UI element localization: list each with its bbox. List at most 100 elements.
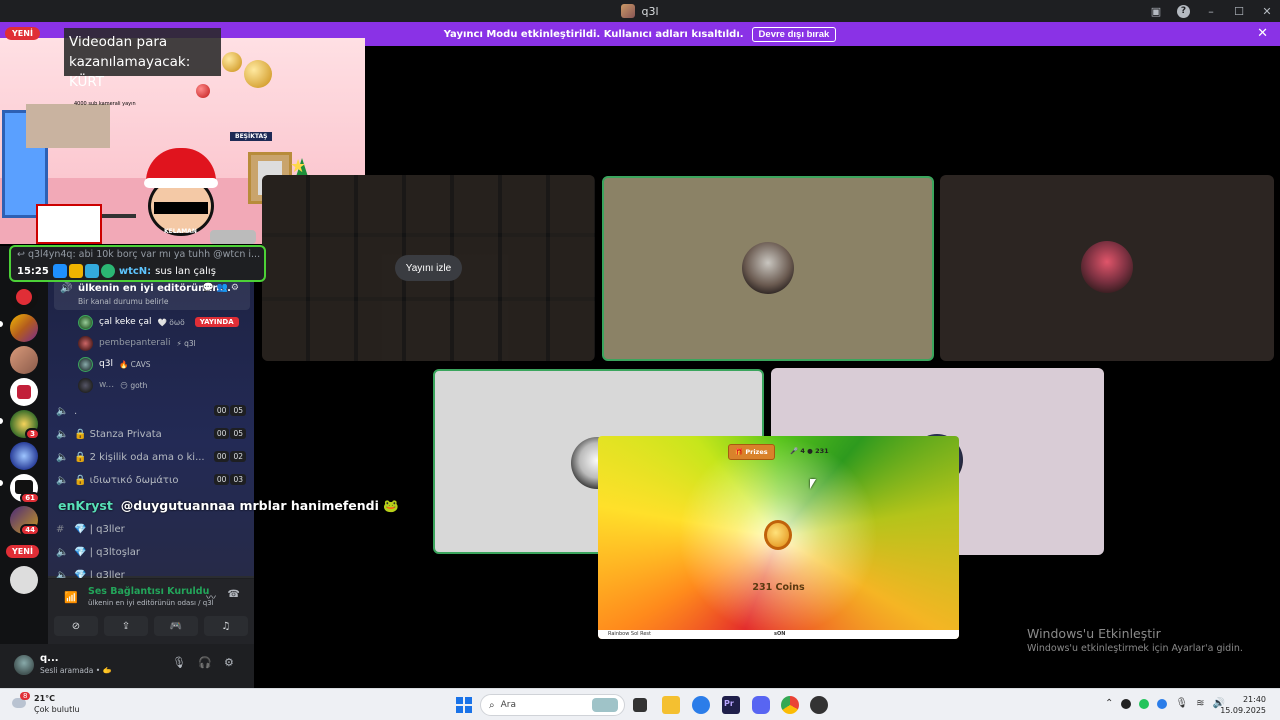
user-name[interactable]: q... xyxy=(40,653,59,664)
voice-member[interactable]: w... 😶 goth xyxy=(78,376,147,394)
avatar xyxy=(78,314,93,330)
server-icon[interactable] xyxy=(10,314,38,342)
game-footer: Rainbow Sol Rest sON xyxy=(598,630,959,639)
participant-tile[interactable] xyxy=(940,175,1274,361)
windows-start-icon[interactable] xyxy=(455,696,473,714)
ornament xyxy=(244,60,272,88)
game-stats: 🎤 4 ● 231 xyxy=(790,447,829,455)
voice-channel[interactable]: 🔈 🔒 2 kişilik oda ama o ki... 00 02 xyxy=(56,448,246,466)
overlay-chat-text: @duygutuannaa mrblar hanimefendi 🐸 xyxy=(120,498,399,513)
text-channel[interactable]: # 💎 | q3ller xyxy=(56,520,246,538)
close-window-button[interactable]: ✕ xyxy=(1260,4,1274,18)
server-icon[interactable]: 44 xyxy=(10,506,40,536)
voice-member[interactable]: q3l 🔥 CAVS xyxy=(78,355,150,373)
speaker-icon: 🔈 xyxy=(56,474,69,486)
watch-stream-button[interactable]: Yayını izle xyxy=(395,255,462,281)
channel-name: . xyxy=(74,405,78,417)
disable-streamer-mode-button[interactable]: Devre dışı bırak xyxy=(751,26,837,42)
voice-connected-subtitle[interactable]: ülkenin en iyi editörünün odası / q3l xyxy=(88,599,214,607)
server-icon[interactable] xyxy=(10,283,38,311)
close-icon[interactable]: ✕ xyxy=(1257,26,1268,41)
server-icon[interactable]: 61 xyxy=(10,474,40,504)
mouse-cursor-icon xyxy=(810,479,816,489)
add-member-icon[interactable]: 👥 xyxy=(217,283,231,293)
activity-button[interactable]: 🎮 xyxy=(154,616,198,636)
voice-channel[interactable]: 🔈 . 00 05 xyxy=(56,402,246,420)
microphone-icon[interactable]: 🎙 xyxy=(172,656,186,669)
channel-name: 🔒 2 kişilik oda ama o ki... xyxy=(74,451,205,463)
participant-tile[interactable] xyxy=(602,176,934,361)
voice-channel[interactable]: 🔈 🔒 Stanza Privata 00 05 xyxy=(56,425,246,443)
role-badge-icon xyxy=(52,264,67,278)
server-icon[interactable] xyxy=(10,346,38,374)
minimize-button[interactable]: – xyxy=(1204,4,1218,18)
camera-off-button[interactable]: ⊘ xyxy=(54,616,98,636)
server-icon[interactable] xyxy=(10,378,38,406)
voice-channel[interactable]: 🔈 🔒 ιδιωτικό δωμάτιο 00 03 xyxy=(56,471,246,489)
chat-overlay-box: ↩ q3l4yn4q: abi 10k borç var mı ya tuhh … xyxy=(9,245,266,282)
coin-icon[interactable] xyxy=(764,520,792,550)
server-icon[interactable] xyxy=(10,442,38,470)
chat-icon[interactable]: 💬 xyxy=(202,283,216,293)
star-icon: ★ xyxy=(290,156,307,177)
premiere-icon[interactable]: Pr xyxy=(722,696,740,714)
speaker-icon: 🔈 xyxy=(56,405,69,417)
inbox-icon[interactable]: ▣ xyxy=(1149,4,1163,18)
activity-game-window[interactable]: 🎁 Prizes 🎤 4 ● 231 231 Coins Rainbow Sol… xyxy=(598,436,959,639)
member-name: w... xyxy=(99,380,115,390)
tray-app-icon[interactable] xyxy=(1139,698,1150,709)
gear-icon[interactable]: ⚙ xyxy=(224,656,234,669)
signal-icon[interactable]: 📶 xyxy=(64,591,78,604)
settings-icon[interactable]: ⚙ xyxy=(231,283,242,293)
voice-channel[interactable]: 🔈 💎 | q3ltoşlar xyxy=(56,543,246,561)
weather-widget[interactable]: 8 21°C Çok bulutlu xyxy=(10,692,80,715)
clock[interactable]: 21:40 15.09.2025 xyxy=(1220,694,1266,716)
avatar[interactable] xyxy=(12,653,36,677)
weather-temp: 21°C xyxy=(34,694,56,703)
voice-channel-status[interactable]: Bir kanal durumu belirle xyxy=(78,297,168,306)
tray-app-icon[interactable] xyxy=(1157,698,1168,709)
unread-indicator xyxy=(0,321,3,327)
server-icon[interactable] xyxy=(10,566,38,594)
voice-channel-active[interactable]: 🔊 ülkenin en iyi editörünün... Bir kanal… xyxy=(54,280,250,310)
soundboard-button[interactable]: ♫ xyxy=(204,616,248,636)
voice-member[interactable]: pembepanterali ⚡ q3l xyxy=(78,334,196,352)
maximize-button[interactable]: ☐ xyxy=(1232,4,1246,18)
file-explorer-icon[interactable] xyxy=(662,696,680,714)
voice-member[interactable]: çal keke çal 🤍 öωö YAYINDA xyxy=(78,313,239,331)
webcam-photo xyxy=(26,104,110,148)
taskbar: 8 21°C Çok bulutlu ⌕ Ara Pr ⌃ � xyxy=(0,688,1280,720)
discord-icon[interactable] xyxy=(752,696,770,714)
member-name: pembepanterali xyxy=(99,338,171,348)
channel-name: 💎 | q3ller xyxy=(74,523,125,535)
cloud-icon: 8 xyxy=(10,692,31,713)
member-name: çal keke çal xyxy=(99,317,152,327)
screen-share-button[interactable]: ⇪ xyxy=(104,616,148,636)
member-name: q3l xyxy=(99,359,113,369)
app-icon xyxy=(621,4,636,18)
microphone-icon[interactable]: 🎙 xyxy=(1175,698,1188,709)
headphones-icon[interactable]: 🎧 xyxy=(198,656,212,669)
taskbar-search[interactable]: ⌕ Ara xyxy=(480,694,625,716)
server-icon[interactable]: 3 xyxy=(10,410,40,440)
wifi-icon[interactable]: ≋ xyxy=(1196,698,1204,709)
tray-app-icon[interactable] xyxy=(1121,698,1132,709)
prizes-button[interactable]: 🎁 Prizes xyxy=(728,444,775,460)
app-icon[interactable] xyxy=(692,696,710,714)
disconnect-icon[interactable]: ☎ xyxy=(228,589,240,600)
weather-desc: Çok bulutlu xyxy=(34,705,80,714)
help-icon[interactable]: ? xyxy=(1177,4,1190,18)
reply-preview: ↩ q3l4yn4q: abi 10k borç var mı ya tuhh … xyxy=(17,249,261,260)
noise-suppression-icon[interactable]: 〰 xyxy=(206,589,216,604)
new-badge-rail[interactable]: YENİ xyxy=(6,545,39,558)
chevron-up-icon[interactable]: ⌃ xyxy=(1105,698,1113,709)
voice-connected-title[interactable]: Ses Bağlantısı Kuruldu xyxy=(88,586,209,597)
speaker-icon: 🔈 xyxy=(56,451,69,463)
app-icon[interactable] xyxy=(810,696,828,714)
shirt-text: KELAMAN xyxy=(164,228,197,235)
channel-name: 💎 | q3ltoşlar xyxy=(74,546,140,558)
new-badge-top[interactable]: YENİ xyxy=(5,27,40,40)
task-view-icon[interactable] xyxy=(633,698,647,712)
team-banner: BEŞİKTAŞ xyxy=(230,132,273,141)
chrome-icon[interactable] xyxy=(781,696,799,714)
